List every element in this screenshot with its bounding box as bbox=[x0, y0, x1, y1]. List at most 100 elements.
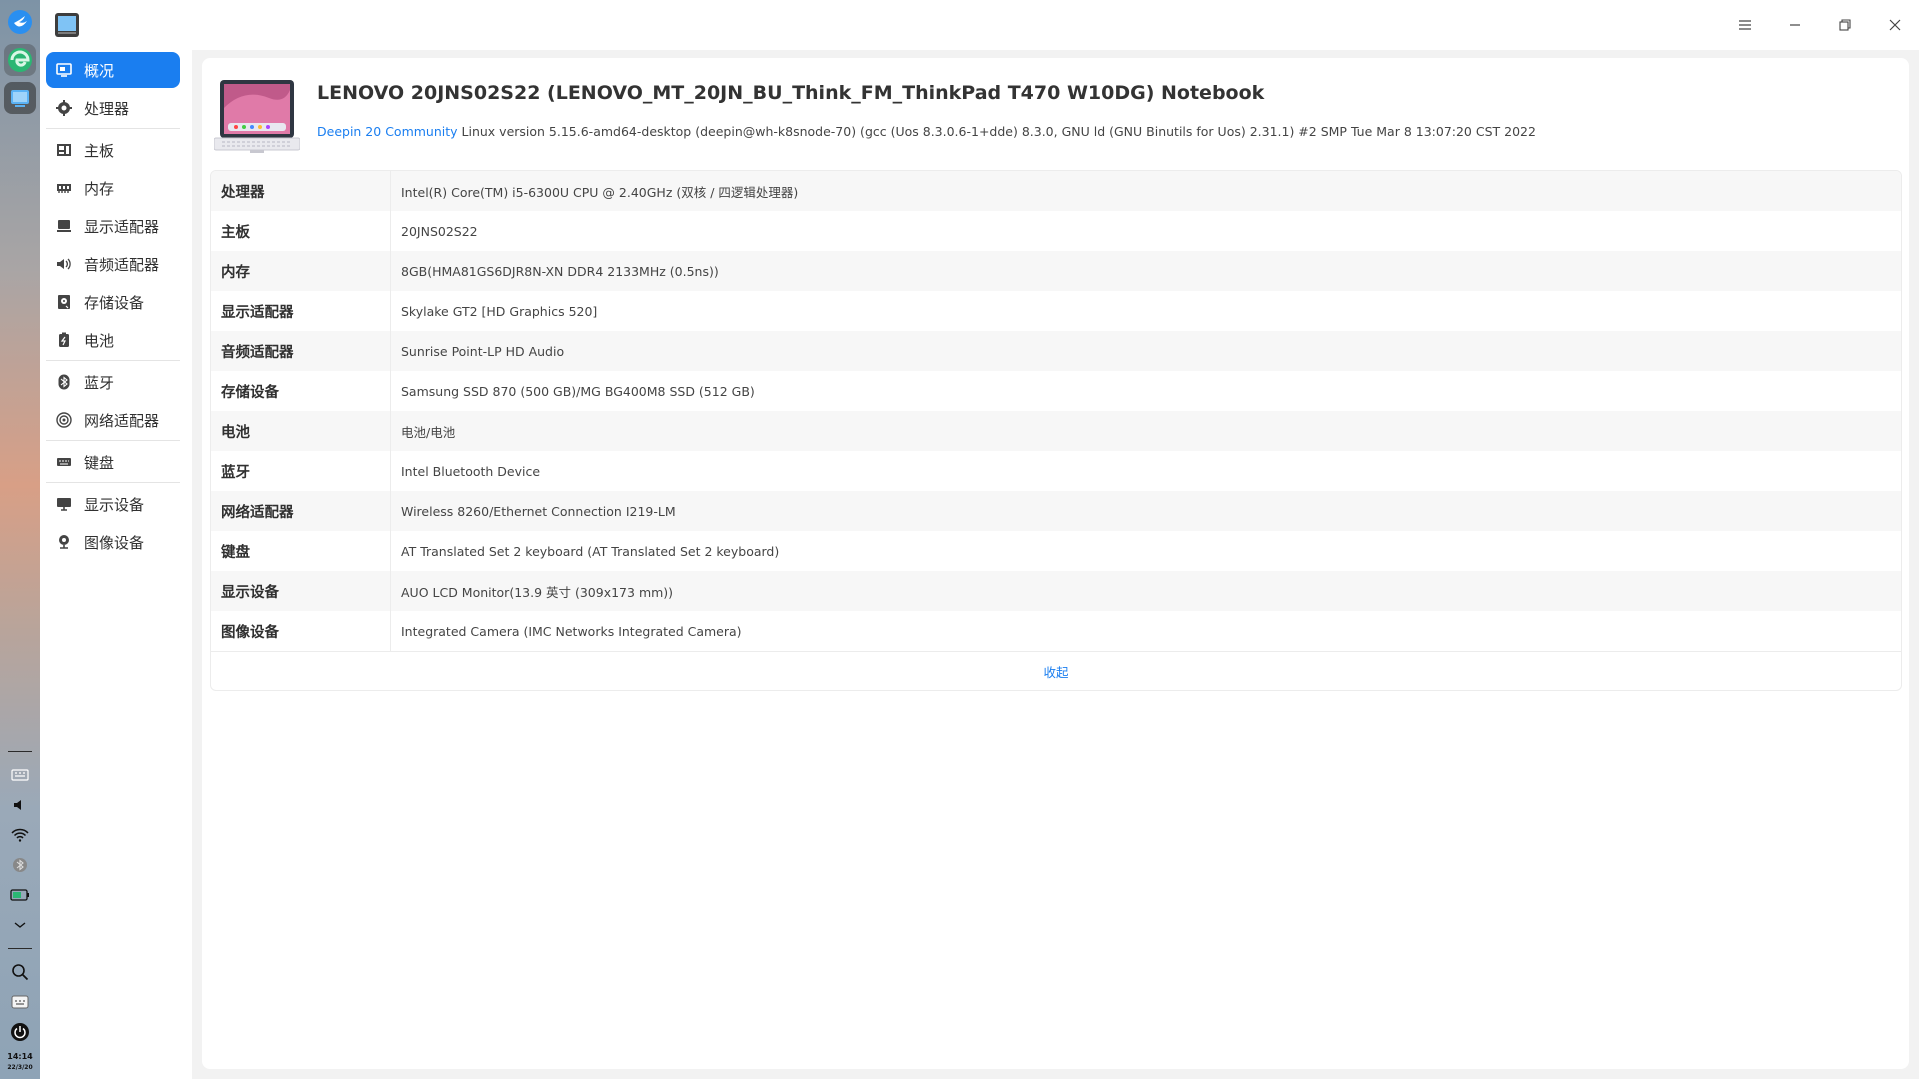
power-icon bbox=[11, 1023, 29, 1041]
sidebar-item-camera[interactable]: 图像设备 bbox=[46, 524, 180, 560]
row-key: 存储设备 bbox=[211, 371, 391, 411]
sidebar-item-keyboard[interactable]: 键盘 bbox=[46, 444, 180, 480]
sidebar-item-label: 音频适配器 bbox=[84, 255, 160, 274]
sidebar: 概况 处理器 主板 内存 显示适配器 音频适配器 存储设备 电池 蓝牙 网络适配… bbox=[40, 50, 192, 1079]
row-key: 内存 bbox=[211, 251, 391, 291]
sidebar-item-motherboard[interactable]: 主板 bbox=[46, 132, 180, 168]
sidebar-item-label: 概况 bbox=[84, 61, 115, 80]
table-row: 电池 电池/电池 bbox=[211, 411, 1901, 451]
row-key: 主板 bbox=[211, 211, 391, 251]
tray-search[interactable] bbox=[9, 961, 31, 983]
window-controls bbox=[1707, 13, 1907, 37]
close-icon bbox=[1889, 19, 1901, 31]
display-adapter-icon bbox=[56, 218, 72, 234]
keyboard-icon bbox=[11, 769, 29, 781]
bluetooth-icon bbox=[13, 858, 27, 872]
row-value: Sunrise Point-LP HD Audio bbox=[401, 343, 565, 359]
tray-bluetooth[interactable] bbox=[9, 854, 31, 876]
table-row: 键盘 AT Translated Set 2 keyboard (AT Trans… bbox=[211, 531, 1901, 571]
keyboard-icon bbox=[56, 454, 72, 470]
tray-battery[interactable] bbox=[9, 884, 31, 906]
memory-icon bbox=[56, 180, 72, 196]
overview-panel: LENOVO 20JNS02S22 (LENOVO_MT_20JN_BU_Thi… bbox=[202, 58, 1909, 1069]
row-value: Samsung SSD 870 (500 GB)/MG BG400M8 SSD … bbox=[401, 383, 755, 399]
sidebar-item-audio-adapter[interactable]: 音频适配器 bbox=[46, 246, 180, 282]
sidebar-item-network[interactable]: 网络适配器 bbox=[46, 402, 180, 438]
sidebar-item-bluetooth[interactable]: 蓝牙 bbox=[46, 364, 180, 400]
dock-device-manager[interactable] bbox=[4, 82, 36, 114]
sidebar-item-label: 内存 bbox=[84, 179, 115, 198]
battery-icon bbox=[10, 889, 29, 901]
sidebar-item-label: 图像设备 bbox=[84, 533, 145, 552]
sidebar-item-overview[interactable]: 概况 bbox=[46, 52, 180, 88]
tray-input[interactable] bbox=[9, 991, 31, 1013]
collapse-button[interactable]: 收起 bbox=[1043, 662, 1068, 681]
table-row: 网络适配器 Wireless 8260/Ethernet Connection I… bbox=[211, 491, 1901, 531]
row-key: 蓝牙 bbox=[211, 451, 391, 491]
dock-launcher[interactable] bbox=[4, 6, 36, 38]
sidebar-item-label: 网络适配器 bbox=[84, 411, 160, 430]
speaker-icon bbox=[14, 800, 21, 810]
minimize-icon bbox=[1790, 24, 1800, 26]
tray-power[interactable] bbox=[9, 1021, 31, 1043]
row-value: Integrated Camera (IMC Networks Integrat… bbox=[401, 623, 742, 639]
network-icon bbox=[56, 412, 72, 428]
bluetooth-icon bbox=[56, 374, 72, 390]
os-info: Deepin 20 Community Linux version 5.15.6… bbox=[317, 124, 1536, 139]
row-key: 显示设备 bbox=[211, 571, 391, 611]
sidebar-item-label: 显示设备 bbox=[84, 495, 145, 514]
sidebar-item-storage[interactable]: 存储设备 bbox=[46, 284, 180, 320]
sidebar-item-cpu[interactable]: 处理器 bbox=[46, 90, 180, 126]
tray-expand[interactable] bbox=[9, 914, 31, 936]
tray-separator bbox=[8, 751, 32, 752]
sidebar-item-display-adapter[interactable]: 显示适配器 bbox=[46, 208, 180, 244]
device-manager-icon bbox=[11, 90, 29, 107]
search-icon bbox=[12, 964, 29, 981]
row-key: 显示适配器 bbox=[211, 291, 391, 331]
tray-volume[interactable] bbox=[9, 794, 31, 816]
menu-button[interactable] bbox=[1733, 13, 1757, 37]
sidebar-item-memory[interactable]: 内存 bbox=[46, 170, 180, 206]
row-value: AUO LCD Monitor(13.9 英寸 (309x173 mm)) bbox=[401, 584, 674, 600]
table-row: 内存 8GB(HMA81GS6DJR8N-XN DDR4 2133MHz (0.5… bbox=[211, 251, 1901, 291]
sidebar-item-label: 处理器 bbox=[84, 99, 130, 118]
row-key: 处理器 bbox=[211, 171, 391, 211]
row-value: Intel Bluetooth Device bbox=[401, 463, 541, 479]
dock-clock[interactable]: 14:14 22/3/20 bbox=[7, 1051, 32, 1073]
tray-keyboard[interactable] bbox=[9, 764, 31, 786]
minimize-button[interactable] bbox=[1783, 13, 1807, 37]
wifi-icon bbox=[11, 828, 29, 842]
device-manager-icon bbox=[55, 13, 79, 37]
sidebar-divider bbox=[46, 440, 180, 441]
sidebar-divider bbox=[46, 482, 180, 483]
sidebar-item-label: 显示适配器 bbox=[84, 217, 160, 236]
row-value: AT Translated Set 2 keyboard (AT Transla… bbox=[401, 543, 780, 559]
maximize-button[interactable] bbox=[1833, 13, 1857, 37]
row-key: 键盘 bbox=[211, 531, 391, 571]
table-row: 主板 20JNS02S22 bbox=[211, 211, 1901, 251]
info-table: 处理器 Intel(R) Core(TM) i5-6300U CPU @ 2.40… bbox=[210, 170, 1902, 691]
sidebar-divider bbox=[46, 128, 180, 129]
row-value: Intel(R) Core(TM) i5-6300U CPU @ 2.40GHz… bbox=[401, 184, 799, 200]
os-link[interactable]: Deepin 20 Community bbox=[317, 124, 458, 139]
tray-wifi[interactable] bbox=[9, 824, 31, 846]
row-key: 图像设备 bbox=[211, 611, 391, 651]
camera-icon bbox=[56, 534, 72, 550]
sidebar-item-monitor[interactable]: 显示设备 bbox=[46, 486, 180, 522]
laptop-icon bbox=[213, 78, 301, 156]
dock-browser[interactable] bbox=[4, 44, 36, 76]
kernel-info: Linux version 5.15.6-amd64-desktop (deep… bbox=[457, 124, 1536, 139]
sidebar-item-battery[interactable]: 电池 bbox=[46, 322, 180, 358]
close-button[interactable] bbox=[1883, 13, 1907, 37]
cpu-icon bbox=[56, 100, 72, 116]
menu-icon bbox=[1739, 20, 1751, 30]
sidebar-item-label: 蓝牙 bbox=[84, 373, 115, 392]
deepin-logo-icon bbox=[8, 10, 32, 34]
row-key: 音频适配器 bbox=[211, 331, 391, 371]
device-header: LENOVO 20JNS02S22 (LENOVO_MT_20JN_BU_Thi… bbox=[213, 78, 1897, 158]
row-value: 电池/电池 bbox=[401, 424, 456, 440]
dock-date-text: 22/3/20 bbox=[7, 1064, 33, 1071]
sidebar-item-label: 键盘 bbox=[84, 453, 115, 472]
chevron-down-icon bbox=[14, 922, 26, 928]
device-title: LENOVO 20JNS02S22 (LENOVO_MT_20JN_BU_Thi… bbox=[317, 82, 1265, 104]
